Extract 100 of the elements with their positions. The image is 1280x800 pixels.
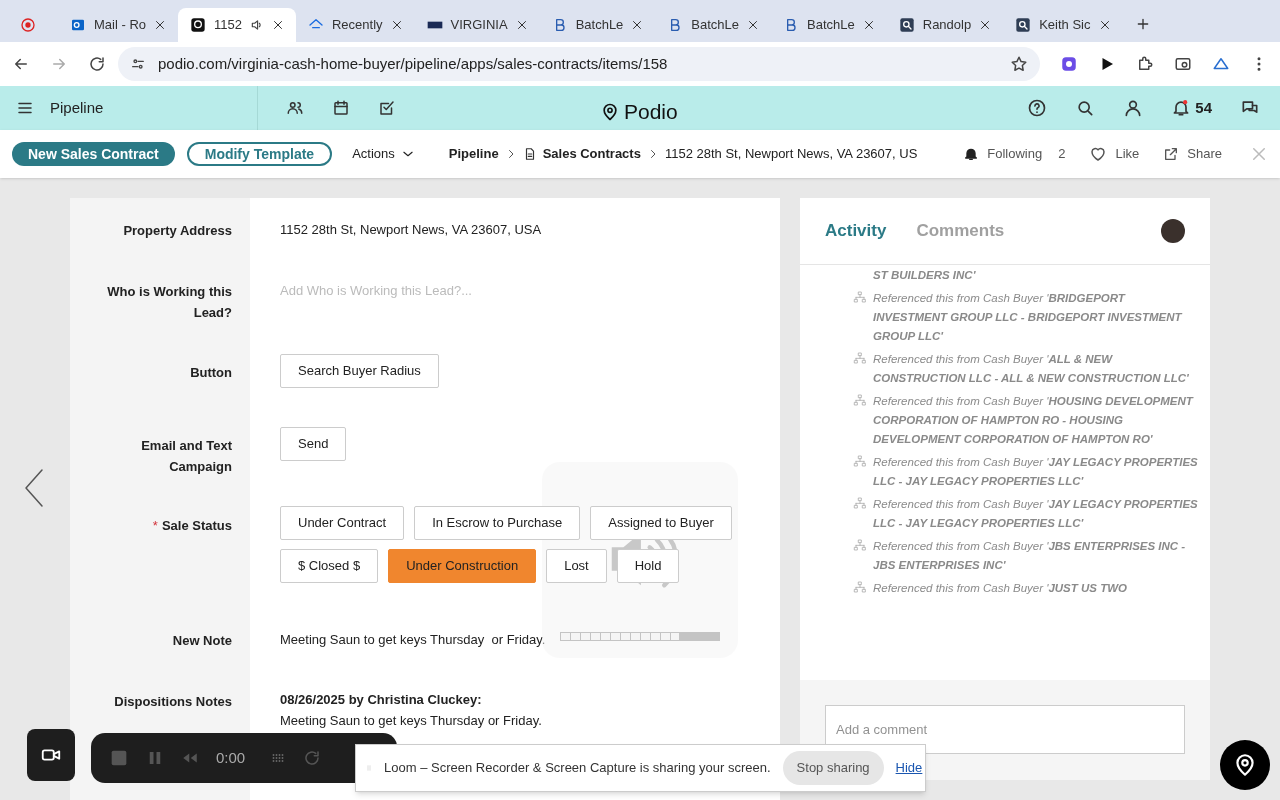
checkbox-icon[interactable] bbox=[378, 99, 396, 117]
field-action-button[interactable]: Send bbox=[280, 427, 347, 461]
reload-icon[interactable] bbox=[88, 55, 106, 73]
puzzle-icon[interactable] bbox=[1136, 55, 1154, 73]
extension-badge-icon[interactable] bbox=[1060, 55, 1078, 73]
bell-icon bbox=[963, 146, 980, 162]
tab-title: BatchLe bbox=[807, 16, 855, 35]
avatar[interactable] bbox=[1161, 219, 1185, 243]
hierarchy-icon bbox=[852, 454, 868, 470]
browser-tab[interactable]: BatchLe bbox=[771, 8, 887, 42]
note-text: Meeting Saun to get keys Thursday or Friday. bbox=[280, 712, 543, 730]
podio-logo[interactable]: Podio bbox=[600, 96, 678, 128]
field-action-button[interactable]: Search Buyer Radius bbox=[280, 354, 439, 388]
browser-tab[interactable]: 1152 bbox=[178, 8, 296, 42]
browser-tab[interactable]: VIRGINIA bbox=[414, 8, 540, 42]
notifications-button[interactable]: 54 bbox=[1171, 96, 1212, 120]
field-label: Email and Text Campaign bbox=[140, 437, 232, 476]
camera-button[interactable] bbox=[27, 729, 75, 781]
tab-title: Keith Sic bbox=[1039, 16, 1091, 35]
required-asterisk: * bbox=[152, 517, 158, 535]
browser-tab[interactable]: Randolp bbox=[886, 8, 1004, 42]
notification-count: 54 bbox=[1195, 97, 1212, 118]
activity-entry: Referenced this from Cash Buyer 'JBS ENTERPRISES INC - JBS ENTERPRISES INC' bbox=[873, 539, 1187, 573]
close-icon[interactable] bbox=[272, 19, 284, 31]
close-icon[interactable] bbox=[979, 19, 992, 31]
tab-title: Mail - Ro bbox=[94, 16, 146, 35]
url-text: podio.com/virginia-cash-home-buyer/pipeline/apps/sales-contracts/items/158 bbox=[158, 53, 669, 74]
hierarchy-icon bbox=[852, 496, 868, 512]
note-author: 08/26/2025 by Christina Cluckey: bbox=[280, 691, 483, 709]
people-icon[interactable] bbox=[286, 99, 304, 117]
browser-tab[interactable]: BatchLe bbox=[539, 8, 656, 42]
field-label: New Note bbox=[172, 632, 232, 650]
comment-field[interactable]: Add a comment bbox=[825, 705, 1185, 754]
activity-entry: Referenced this from Cash Buyer 'JAY LEGACY PROPERTIES LLC - JAY LEGACY PROPERTIES LLC' bbox=[873, 497, 1198, 531]
magnifier-icon bbox=[898, 17, 915, 33]
breadcrumb-link[interactable]: Sales Contracts bbox=[542, 144, 641, 164]
help-icon[interactable] bbox=[1027, 98, 1048, 118]
field-label: Who is Working this Lead? bbox=[106, 283, 232, 322]
tab-title: Recently bbox=[332, 16, 383, 35]
podio-help-button[interactable] bbox=[1220, 740, 1270, 790]
modify-template-button[interactable]: Modify Template bbox=[186, 142, 333, 166]
following-button[interactable]: Following bbox=[987, 144, 1043, 164]
workspace-name[interactable]: Pipeline bbox=[50, 96, 104, 120]
hierarchy-icon bbox=[852, 351, 868, 367]
record-icon[interactable] bbox=[20, 17, 36, 33]
field-label: Dispositions Notes bbox=[114, 693, 232, 711]
breadcrumb-link[interactable]: Pipeline bbox=[448, 144, 499, 164]
browser-tab[interactable]: Mail - Ro bbox=[58, 8, 178, 42]
field-label: Sale Status bbox=[161, 517, 232, 535]
like-button[interactable]: Like bbox=[1089, 144, 1140, 164]
field-value: Meeting Saun to get keys Thursday or Friday. bbox=[280, 631, 547, 649]
close-icon[interactable] bbox=[631, 19, 644, 31]
status-option[interactable]: Assigned to Buyer bbox=[590, 506, 732, 540]
logo-text: Podio bbox=[624, 99, 678, 125]
close-icon[interactable] bbox=[862, 19, 875, 31]
hierarchy-icon bbox=[852, 393, 868, 409]
address-field[interactable]: podio.com/virginia-cash-home-buyer/pipeline/apps/sales-contracts/items/158 bbox=[118, 47, 1040, 81]
close-icon[interactable] bbox=[154, 19, 166, 31]
field-label: Property Address bbox=[123, 222, 232, 240]
follower-count: 2 bbox=[1058, 145, 1066, 164]
recording-time: 0:00 bbox=[216, 747, 246, 768]
star-icon[interactable] bbox=[1010, 55, 1028, 73]
browser-tab[interactable]: Recently bbox=[296, 8, 415, 42]
tab-title: Randolp bbox=[922, 16, 972, 35]
actions-dropdown[interactable]: Actions bbox=[352, 144, 417, 164]
magnifier-icon bbox=[1015, 17, 1032, 33]
tab-search-icon[interactable] bbox=[1174, 55, 1192, 73]
status-option[interactable]: $ Closed $ bbox=[280, 549, 379, 583]
status-option[interactable]: Lost bbox=[546, 549, 607, 583]
breadcrumb-current: 1152 28th St, Newport News, VA 23607, US bbox=[664, 145, 918, 164]
browser-tab[interactable]: Keith Sic bbox=[1003, 8, 1123, 42]
calendar-icon[interactable] bbox=[332, 99, 350, 117]
share-button[interactable]: Share bbox=[1163, 144, 1222, 164]
activity-entry: Referenced this from Cash Buyer 'BRIDGEPORT INVESTMENT GROUP LLC - BRIDGEPORT INVESTMENT GROUP LLC' bbox=[873, 291, 1184, 344]
sharing-message: Loom – Screen Recorder & Screen Capture is sharing your screen. bbox=[384, 759, 771, 778]
field-label: Button bbox=[190, 364, 232, 382]
close-icon[interactable] bbox=[1098, 19, 1111, 31]
tab-title: BatchLe bbox=[575, 16, 624, 35]
hierarchy-icon bbox=[852, 290, 868, 306]
status-option[interactable]: In Escrow to Purchase bbox=[414, 506, 581, 540]
hierarchy-icon bbox=[852, 538, 868, 554]
close-icon[interactable] bbox=[390, 19, 403, 31]
close-icon[interactable] bbox=[515, 19, 528, 31]
activity-entry: ST BUILDERS INC' bbox=[873, 268, 976, 283]
field-value: 1152 28th St, Newport News, VA 23607, USA bbox=[280, 221, 543, 239]
site-settings-icon bbox=[130, 56, 146, 72]
new-item-button[interactable]: New Sales Contract bbox=[12, 142, 175, 166]
tab-title: 1152 bbox=[214, 16, 242, 35]
stop-sharing-button[interactable]: Stop sharing bbox=[782, 751, 884, 785]
activity-entry: Referenced this from Cash Buyer 'HOUSING DEVELOPMENT CORPORATION OF HAMPTON RO - HOUSING DEVELOPMENT CORPORATION OF HAMPTON RO' bbox=[873, 394, 1195, 447]
panel-tab[interactable]: Activity bbox=[825, 218, 887, 244]
restart-icon[interactable] bbox=[303, 749, 322, 767]
close-icon[interactable] bbox=[747, 19, 760, 31]
hide-link[interactable]: Hide bbox=[895, 758, 923, 778]
status-option[interactable]: Under Contract bbox=[280, 506, 405, 540]
status-option[interactable]: Hold bbox=[616, 549, 680, 583]
share-icon bbox=[1163, 146, 1180, 162]
browser-tab[interactable]: BatchLe bbox=[655, 8, 772, 42]
status-option[interactable]: Under Construction bbox=[388, 549, 537, 583]
hierarchy-icon bbox=[852, 580, 868, 596]
